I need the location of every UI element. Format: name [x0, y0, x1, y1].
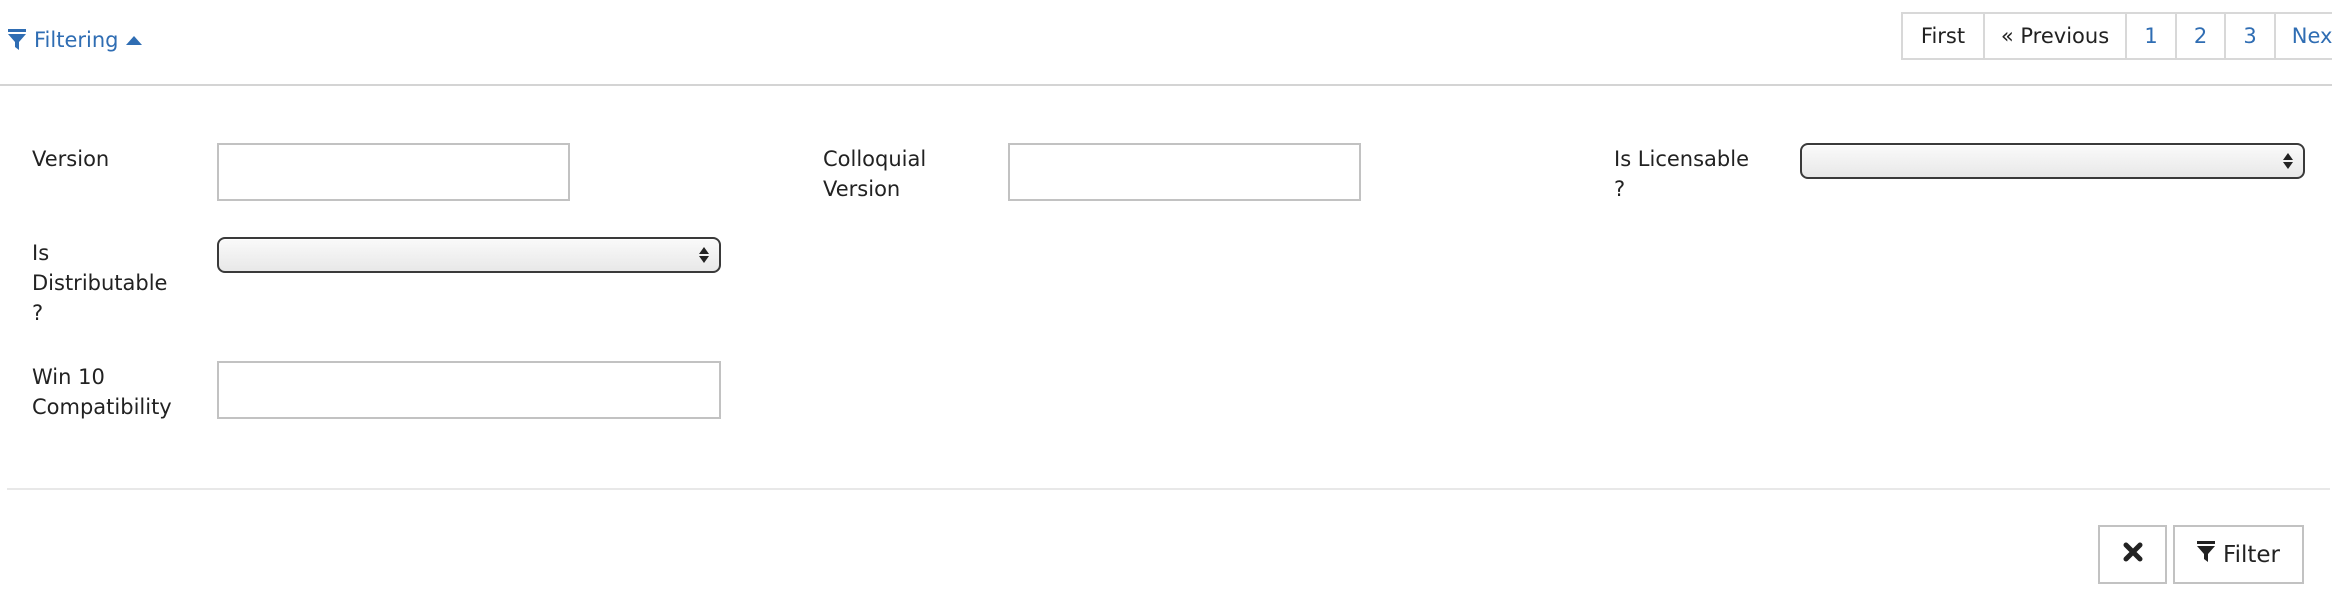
- win10-compatibility-input[interactable]: [217, 361, 721, 419]
- is-licensable-label-line1: Is Licensable: [1614, 147, 1750, 171]
- is-distributable-label-line2: Distributable: [32, 271, 168, 295]
- colloquial-version-label-line1: Colloquial: [823, 147, 927, 171]
- is-distributable-label-line3: ?: [32, 301, 44, 325]
- filtering-label: Filtering: [34, 28, 119, 52]
- pagination: First « Previous 1 2 3 Next » Last: [1901, 12, 2332, 60]
- is-distributable-select[interactable]: [217, 237, 721, 273]
- select-arrows-icon: [2283, 153, 2293, 169]
- is-distributable-label-line1: Is: [32, 241, 50, 265]
- win10-compatibility-label-line2: Compatibility: [32, 395, 172, 419]
- version-input[interactable]: [217, 143, 570, 201]
- page-3[interactable]: 3: [2224, 14, 2274, 58]
- win10-compatibility-label: Win 10 Compatibility: [32, 362, 172, 422]
- filtering-toggle[interactable]: Filtering: [8, 22, 143, 58]
- select-arrows-icon: [699, 247, 709, 263]
- win10-compatibility-label-line1: Win 10: [32, 365, 105, 389]
- page-first[interactable]: First: [1903, 14, 1983, 58]
- close-icon: [2123, 542, 2143, 568]
- is-distributable-label: Is Distributable ?: [32, 238, 167, 328]
- page-2[interactable]: 2: [2175, 14, 2224, 58]
- page-previous[interactable]: « Previous: [1983, 14, 2125, 58]
- filter-icon: [8, 29, 26, 51]
- is-licensable-select[interactable]: [1800, 143, 2305, 179]
- page-1[interactable]: 1: [2125, 14, 2175, 58]
- caret-up-icon: [126, 35, 143, 45]
- filter-button[interactable]: Filter: [2173, 525, 2304, 584]
- colloquial-version-label-line2: Version: [823, 177, 901, 201]
- filter-button-label: Filter: [2223, 541, 2280, 568]
- clear-filters-button[interactable]: [2098, 525, 2167, 584]
- header-divider: [0, 84, 2332, 86]
- filter-icon: [2197, 540, 2216, 569]
- form-divider: [7, 488, 2330, 490]
- is-licensable-label-line2: ?: [1614, 177, 1626, 201]
- is-licensable-label: Is Licensable ?: [1614, 144, 1749, 204]
- colloquial-version-label: Colloquial Version: [823, 144, 926, 204]
- colloquial-version-input[interactable]: [1008, 143, 1361, 201]
- page-next[interactable]: Next »: [2274, 14, 2332, 58]
- version-label: Version: [32, 147, 110, 171]
